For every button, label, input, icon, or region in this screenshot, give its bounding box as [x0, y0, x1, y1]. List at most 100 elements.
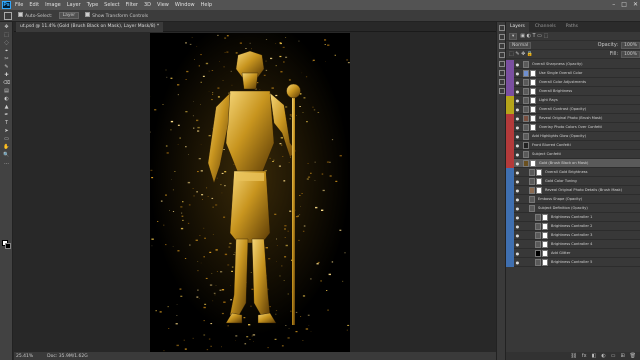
layer-thumbnail[interactable]	[523, 123, 529, 131]
layer-thumbnail[interactable]	[523, 132, 529, 140]
layer-row[interactable]: ● Add Glitter	[506, 248, 640, 258]
document-canvas[interactable]	[150, 33, 350, 352]
layer-mask-thumbnail[interactable]	[530, 123, 536, 131]
layer-mask-thumbnail[interactable]	[536, 177, 542, 185]
panel-footer-button-5[interactable]: ⊞	[620, 353, 624, 359]
menu-image[interactable]: Image	[45, 2, 61, 8]
layer-thumbnail[interactable]	[535, 240, 541, 248]
layer-row[interactable]: ● Emboss Shape (Opacity)	[506, 194, 640, 204]
layer-thumbnail[interactable]	[529, 168, 535, 176]
fill-input[interactable]: 100%	[621, 50, 640, 58]
layer-mask-thumbnail[interactable]	[542, 240, 548, 248]
auto-select-checkbox[interactable]: Auto-Select:	[18, 12, 53, 19]
visibility-eye-icon[interactable]: ●	[514, 186, 521, 195]
layer-row[interactable]: ● Use Single Overall Color	[506, 68, 640, 78]
layer-row[interactable]: ● Gold (Brush Black on Mask)	[506, 158, 640, 168]
tool-17-icon[interactable]: …	[2, 160, 11, 166]
layer-mask-thumbnail[interactable]	[530, 96, 536, 104]
visibility-eye-icon[interactable]: ●	[514, 222, 521, 231]
tool-4-icon[interactable]: ✂	[2, 56, 11, 62]
layer-row[interactable]: ● Subject Definition (Opacity)	[506, 203, 640, 213]
tool-13-icon[interactable]: ➤	[2, 128, 11, 134]
adjustments-icon[interactable]	[499, 34, 505, 40]
layer-thumbnail[interactable]	[535, 258, 541, 266]
visibility-eye-icon[interactable]: ●	[514, 132, 521, 141]
visibility-eye-icon[interactable]: ●	[514, 114, 521, 123]
layer-mask-thumbnail[interactable]	[542, 231, 548, 239]
menu-help[interactable]: Help	[201, 2, 212, 8]
transform-controls-checkbox[interactable]: Show Transform Controls	[85, 12, 148, 19]
menu-file[interactable]: File	[15, 2, 23, 8]
layer-thumbnail[interactable]	[535, 231, 541, 239]
history-icon[interactable]	[499, 25, 505, 31]
menu-type[interactable]: Type	[87, 2, 98, 8]
panel-footer-button-6[interactable]: 🗑	[630, 353, 636, 359]
tool-9-icon[interactable]: ◐	[2, 96, 11, 102]
layer-row[interactable]: ● Overall Gold Brightness	[506, 167, 640, 177]
tool-0-icon[interactable]: ✥	[2, 24, 11, 30]
layer-row[interactable]: ● Overall Brightness	[506, 86, 640, 96]
visibility-eye-icon[interactable]: ●	[514, 213, 521, 222]
layer-row[interactable]: ● Overall Color Adjustments	[506, 77, 640, 87]
visibility-eye-icon[interactable]: ●	[514, 195, 521, 204]
visibility-eye-icon[interactable]: ●	[514, 123, 521, 132]
panel-footer-button-1[interactable]: fx	[582, 353, 587, 359]
minimize-button[interactable]: –	[612, 0, 615, 10]
visibility-eye-icon[interactable]: ●	[514, 150, 521, 159]
visibility-eye-icon[interactable]: ●	[514, 96, 521, 105]
layer-row[interactable]: ● Brightness Controller 1	[506, 212, 640, 222]
layer-row[interactable]: ● Brightness Controller 5	[506, 257, 640, 267]
visibility-eye-icon[interactable]: ●	[514, 231, 521, 240]
layer-mask-thumbnail[interactable]	[530, 78, 536, 86]
visibility-eye-icon[interactable]: ●	[514, 78, 521, 87]
layer-kind-filter[interactable]: ▾	[509, 32, 518, 40]
tool-3-icon[interactable]: ⌖	[2, 48, 11, 54]
move-tool-icon[interactable]	[4, 11, 12, 20]
layer-row[interactable]: ● Reveal Original Photo Details (Brush Ma…	[506, 185, 640, 195]
auto-select-dropdown[interactable]: Layer	[58, 12, 80, 19]
visibility-eye-icon[interactable]: ●	[514, 204, 521, 213]
canvas-area[interactable]	[14, 32, 496, 352]
swatches-icon[interactable]	[499, 52, 505, 58]
tool-6-icon[interactable]: ✚	[2, 72, 11, 78]
layer-thumbnail[interactable]	[523, 96, 529, 104]
layer-thumbnail[interactable]	[523, 69, 529, 77]
lock-icons[interactable]: ⬚ ✎ ✥ 🔒	[509, 51, 533, 57]
layer-mask-thumbnail[interactable]	[530, 87, 536, 95]
tool-2-icon[interactable]: ◌	[2, 40, 11, 46]
layer-mask-thumbnail[interactable]	[530, 114, 536, 122]
layer-thumbnail[interactable]	[529, 204, 535, 212]
layer-thumbnail[interactable]	[523, 60, 529, 68]
menu-layer[interactable]: Layer	[67, 2, 81, 8]
background-color-swatch[interactable]	[5, 243, 11, 249]
layer-row[interactable]: ● Brightness Controller 3	[506, 230, 640, 240]
layer-thumbnail[interactable]	[523, 105, 529, 113]
layer-mask-thumbnail[interactable]	[542, 249, 548, 257]
layer-thumbnail[interactable]	[529, 195, 535, 203]
tool-10-icon[interactable]: ▲	[2, 104, 11, 110]
tool-15-icon[interactable]: ✋	[2, 144, 11, 150]
tool-8-icon[interactable]: ▤	[2, 88, 11, 94]
layer-row[interactable]: ● Brightness Controller 2	[506, 221, 640, 231]
maximize-button[interactable]: □	[621, 0, 627, 10]
layer-mask-thumbnail[interactable]	[530, 69, 536, 77]
menu-window[interactable]: Window	[175, 2, 195, 8]
layer-thumbnail[interactable]	[535, 249, 541, 257]
layer-thumbnail[interactable]	[523, 87, 529, 95]
layer-row[interactable]: ● Overall Contrast (Opacity)	[506, 104, 640, 114]
layer-mask-thumbnail[interactable]	[530, 105, 536, 113]
layer-row[interactable]: ● Overlay Photo Colors Over Confetti	[506, 122, 640, 132]
layer-mask-thumbnail[interactable]	[536, 168, 542, 176]
tool-7-icon[interactable]: ⌫	[2, 80, 11, 86]
close-button[interactable]: ✕	[633, 0, 638, 10]
blend-mode-select[interactable]: Normal	[509, 41, 532, 49]
visibility-eye-icon[interactable]: ●	[514, 177, 521, 186]
tool-12-icon[interactable]: T	[2, 120, 11, 126]
layer-thumbnail[interactable]	[529, 177, 535, 185]
paragraph-icon[interactable]	[499, 79, 505, 85]
document-tab[interactable]: ut.psd @ 11.4% (Gold (Brush Black on Mas…	[16, 22, 164, 32]
layer-thumbnail[interactable]	[523, 78, 529, 86]
tool-5-icon[interactable]: ✎	[2, 64, 11, 70]
character-icon[interactable]	[499, 70, 505, 76]
tab-channels[interactable]: Channels	[531, 22, 560, 32]
